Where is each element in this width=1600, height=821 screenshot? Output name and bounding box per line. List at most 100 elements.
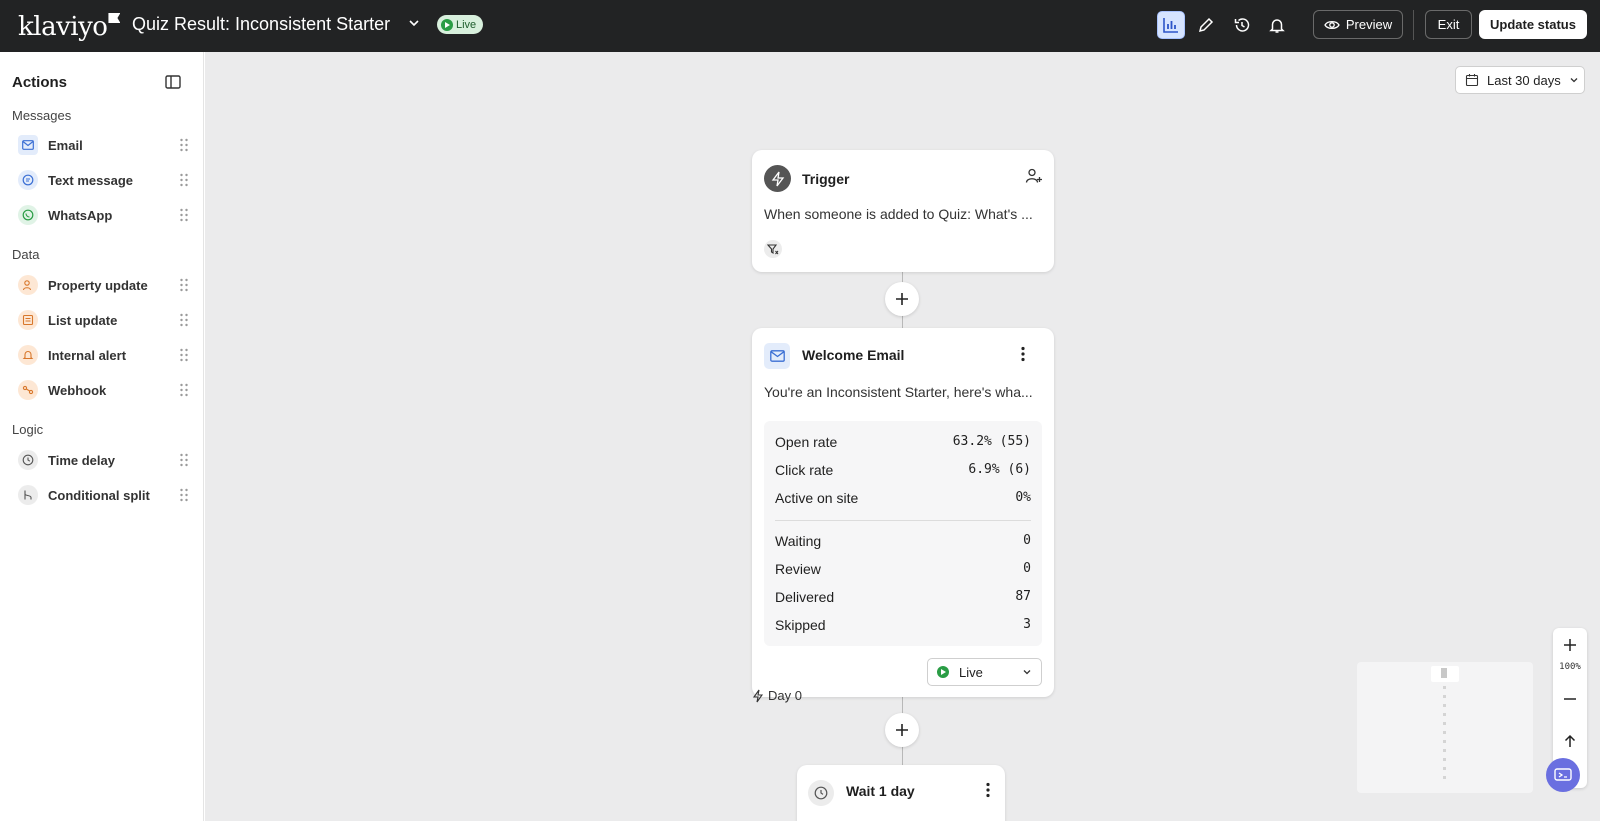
wait-step-card[interactable]: Wait 1 day [797, 765, 1005, 821]
chevron-down-icon [1023, 670, 1031, 675]
analytics-icon [1163, 18, 1178, 33]
calendar-icon [1465, 74, 1479, 87]
wait-title: Wait 1 day [846, 783, 915, 799]
date-range-select[interactable]: Last 30 days [1455, 66, 1585, 94]
count-row-review: Review 0 [775, 561, 1031, 577]
sidebar-title: Actions [12, 74, 68, 91]
drag-handle-icon[interactable] [180, 348, 188, 362]
lightning-icon [752, 689, 764, 702]
preview-label: Preview [1345, 17, 1393, 32]
stat-row-active-on-site: Active on site 0% [775, 490, 1031, 506]
zoom-in-button[interactable] [1553, 630, 1587, 660]
drag-handle-icon[interactable] [180, 383, 188, 397]
person-edit-icon [18, 275, 38, 295]
section-data: Data [12, 247, 40, 262]
play-icon [441, 18, 453, 31]
count-row-skipped: Skipped 3 [775, 617, 1031, 633]
count-row-waiting: Waiting 0 [775, 533, 1031, 549]
sidebar-item-label: Email [48, 137, 83, 153]
drag-handle-icon[interactable] [180, 208, 188, 222]
date-range-label: Last 30 days [1487, 72, 1561, 88]
add-step-button[interactable] [885, 282, 919, 316]
email-stats-panel: Open rate 63.2% (55) Click rate 6.9% (6) A… [764, 421, 1042, 646]
stat-row-click-rate: Click rate 6.9% (6) [775, 462, 1031, 478]
sidebar-item-text-message[interactable]: Text message [12, 165, 192, 195]
lightning-icon [764, 165, 791, 192]
sidebar-item-label: WhatsApp [48, 207, 113, 223]
trigger-title: Trigger [802, 171, 850, 187]
more-options-icon[interactable] [1021, 346, 1025, 362]
clock-icon [808, 780, 834, 806]
sidebar-item-label: List update [48, 312, 118, 328]
drag-handle-icon[interactable] [180, 488, 188, 502]
preview-button[interactable]: Preview [1313, 10, 1403, 39]
edit-button[interactable] [1192, 11, 1220, 39]
sidebar-item-conditional-split[interactable]: Conditional split [12, 480, 192, 510]
actions-sidebar: Actions Messages Email Text message What… [0, 52, 204, 821]
history-button[interactable] [1228, 11, 1256, 39]
top-bar: klaviyo Quiz Result: Inconsistent Starte… [0, 0, 1600, 52]
scroll-to-top-button[interactable] [1553, 726, 1587, 756]
stats-divider [775, 520, 1031, 521]
sidebar-item-list-update[interactable]: List update [12, 305, 192, 335]
sidebar-item-whatsapp[interactable]: WhatsApp [12, 200, 192, 230]
drag-handle-icon[interactable] [180, 278, 188, 292]
email-title: Welcome Email [802, 347, 905, 363]
sidebar-item-time-delay[interactable]: Time delay [12, 445, 192, 475]
plus-icon [1564, 639, 1576, 651]
mail-icon [18, 135, 38, 155]
zoom-level: 100% [1559, 662, 1581, 672]
sidebar-item-label: Text message [48, 172, 134, 188]
sidebar-item-webhook[interactable]: Webhook [12, 375, 192, 405]
chat-icon [1554, 768, 1572, 781]
email-status-select[interactable]: Live [927, 658, 1042, 686]
trigger-card[interactable]: Trigger When someone is added to Quiz: W… [752, 150, 1054, 272]
bell-icon [1269, 19, 1285, 33]
add-person-icon[interactable] [1025, 167, 1043, 185]
flow-canvas[interactable]: Last 30 days Trigger When someone is add… [205, 52, 1600, 821]
stat-row-open-rate: Open rate 63.2% (55) [775, 434, 1031, 450]
more-options-icon[interactable] [986, 782, 990, 798]
drag-handle-icon[interactable] [180, 173, 188, 187]
sidebar-item-label: Internal alert [48, 347, 127, 363]
exit-button[interactable]: Exit [1425, 10, 1472, 39]
plus-icon [896, 293, 908, 305]
drag-handle-icon[interactable] [180, 138, 188, 152]
sms-icon [18, 170, 38, 190]
sidebar-item-property-update[interactable]: Property update [12, 270, 192, 300]
edit-icon [1198, 17, 1214, 33]
zoom-out-button[interactable] [1553, 684, 1587, 714]
klaviyo-logo[interactable]: klaviyo [18, 12, 121, 42]
analytics-button[interactable] [1157, 11, 1185, 39]
update-status-button[interactable]: Update status [1479, 10, 1587, 39]
chevron-down-icon[interactable] [407, 16, 421, 30]
bell-icon [18, 345, 38, 365]
drag-handle-icon[interactable] [180, 313, 188, 327]
minimap[interactable] [1357, 662, 1533, 793]
notifications-button[interactable] [1263, 11, 1291, 39]
sidebar-item-label: Conditional split [48, 487, 150, 503]
divider [1413, 10, 1414, 40]
chat-assistant-button[interactable] [1546, 758, 1580, 792]
sidebar-item-label: Webhook [48, 382, 107, 398]
webhook-icon [18, 380, 38, 400]
sidebar-toggle-icon[interactable] [165, 74, 181, 90]
filter-icon[interactable] [764, 240, 782, 258]
drag-handle-icon[interactable] [180, 453, 188, 467]
minimap-preview [1431, 666, 1459, 779]
split-icon [18, 485, 38, 505]
count-row-delivered: Delivered 87 [775, 589, 1031, 605]
plus-icon [896, 724, 908, 736]
sidebar-item-internal-alert[interactable]: Internal alert [12, 340, 192, 370]
minus-icon [1564, 698, 1576, 700]
add-step-button[interactable] [885, 713, 919, 747]
sidebar-item-email[interactable]: Email [12, 130, 192, 160]
eye-icon [1324, 20, 1340, 29]
sidebar-item-label: Time delay [48, 452, 115, 468]
flow-status-badge: Live [437, 15, 484, 34]
sidebar-item-label: Property update [48, 277, 148, 293]
email-subject: You're an Inconsistent Starter, here's w… [764, 384, 1033, 400]
chevron-down-icon [1570, 78, 1578, 83]
welcome-email-card[interactable]: Welcome Email You're an Inconsistent Sta… [752, 328, 1054, 697]
flow-title[interactable]: Quiz Result: Inconsistent Starter [132, 14, 390, 35]
